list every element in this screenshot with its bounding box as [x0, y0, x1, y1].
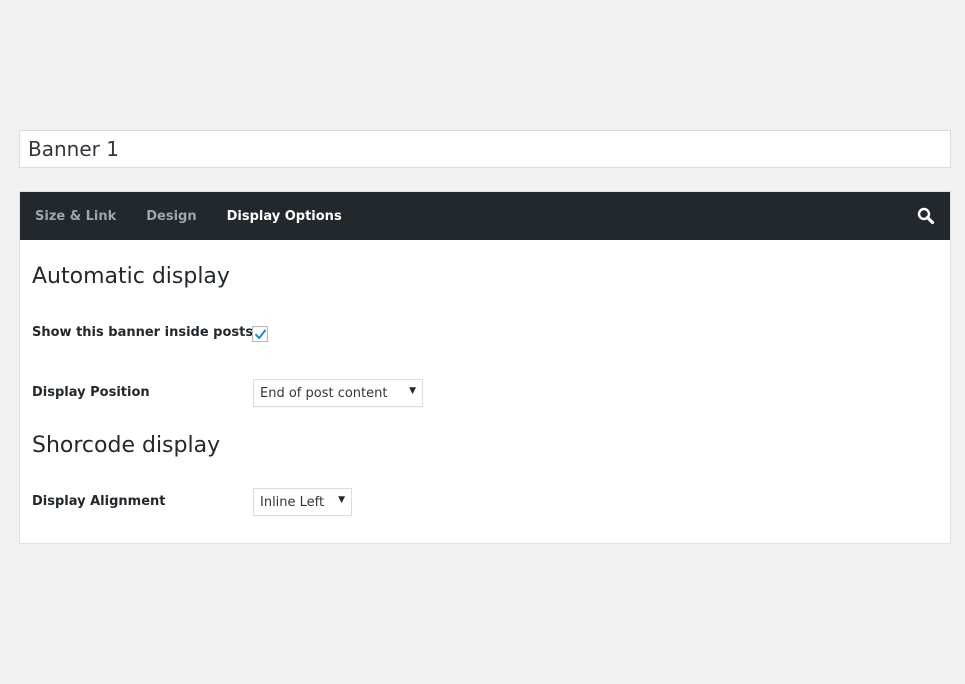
tab-size-and-link[interactable]: Size & Link: [35, 209, 116, 224]
display-position-select[interactable]: End of post content ▼: [253, 379, 423, 407]
tab-display-options[interactable]: Display Options: [227, 209, 342, 224]
options-tab-bar: Size & Link Design Display Options: [20, 192, 950, 240]
show-inside-posts-checkbox[interactable]: [252, 326, 268, 342]
display-alignment-label: Display Alignment: [32, 494, 166, 509]
banner-title-input[interactable]: [20, 131, 950, 167]
automatic-display-heading: Automatic display: [32, 264, 230, 289]
search-icon[interactable]: [916, 206, 936, 226]
banner-title-field-wrapper: [19, 130, 951, 168]
display-alignment-select[interactable]: Inline Left ▼: [253, 488, 352, 516]
tab-design[interactable]: Design: [146, 209, 196, 224]
display-position-value: End of post content: [260, 385, 388, 401]
shortcode-display-heading: Shorcode display: [32, 433, 221, 458]
checkmark-icon: [255, 329, 266, 339]
show-inside-posts-label: Show this banner inside posts: [32, 325, 254, 340]
caret-down-icon: ▼: [409, 386, 416, 396]
banner-options-panel: Size & Link Design Display Options Autom…: [19, 191, 951, 544]
caret-down-icon: ▼: [338, 495, 345, 505]
display-alignment-value: Inline Left: [260, 494, 325, 510]
display-position-label: Display Position: [32, 385, 150, 400]
